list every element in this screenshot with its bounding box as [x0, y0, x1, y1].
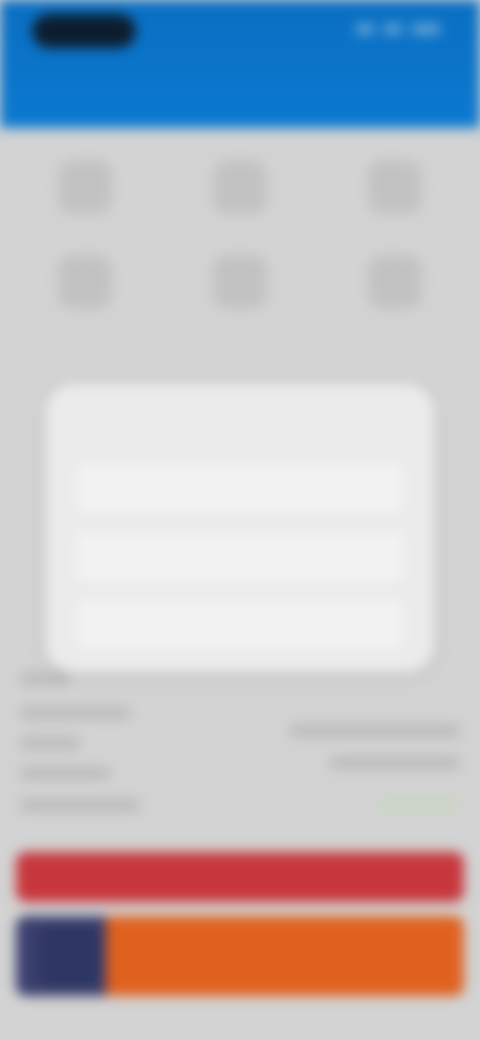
grid-item[interactable]: [10, 160, 160, 224]
dialog-option-2[interactable]: [74, 530, 406, 584]
grid-item[interactable]: [165, 160, 315, 224]
app-icon: [368, 255, 422, 309]
ad-thumbnail: [40, 926, 100, 986]
signal-icon: [356, 24, 374, 34]
app-icon: [368, 160, 422, 214]
info-line: [20, 766, 110, 780]
grid-item[interactable]: [320, 160, 470, 224]
blurred-screen: [0, 0, 480, 1040]
info-line: [20, 736, 80, 750]
app-icon: [213, 255, 267, 309]
info-line: [330, 756, 460, 770]
info-line: [20, 798, 140, 812]
app-icon: [213, 160, 267, 214]
grid-item[interactable]: [165, 255, 315, 319]
status-time-pill: [32, 14, 136, 48]
info-line: [290, 724, 460, 738]
dialog-option-1[interactable]: [74, 462, 406, 516]
dialog-option-3[interactable]: [74, 598, 406, 652]
app-icon: [58, 255, 112, 309]
selection-dialog: [46, 384, 434, 672]
grid-item[interactable]: [10, 255, 160, 319]
ad-banner[interactable]: [16, 916, 464, 996]
app-header: [0, 0, 480, 128]
app-icon: [58, 160, 112, 214]
wifi-icon: [384, 24, 402, 34]
status-indicators: [350, 22, 440, 36]
grid-item[interactable]: [320, 255, 470, 319]
info-line: [20, 706, 130, 720]
battery-icon: [412, 24, 440, 34]
info-line: [20, 672, 70, 686]
info-line: [380, 798, 460, 812]
red-action-banner[interactable]: [16, 852, 464, 902]
